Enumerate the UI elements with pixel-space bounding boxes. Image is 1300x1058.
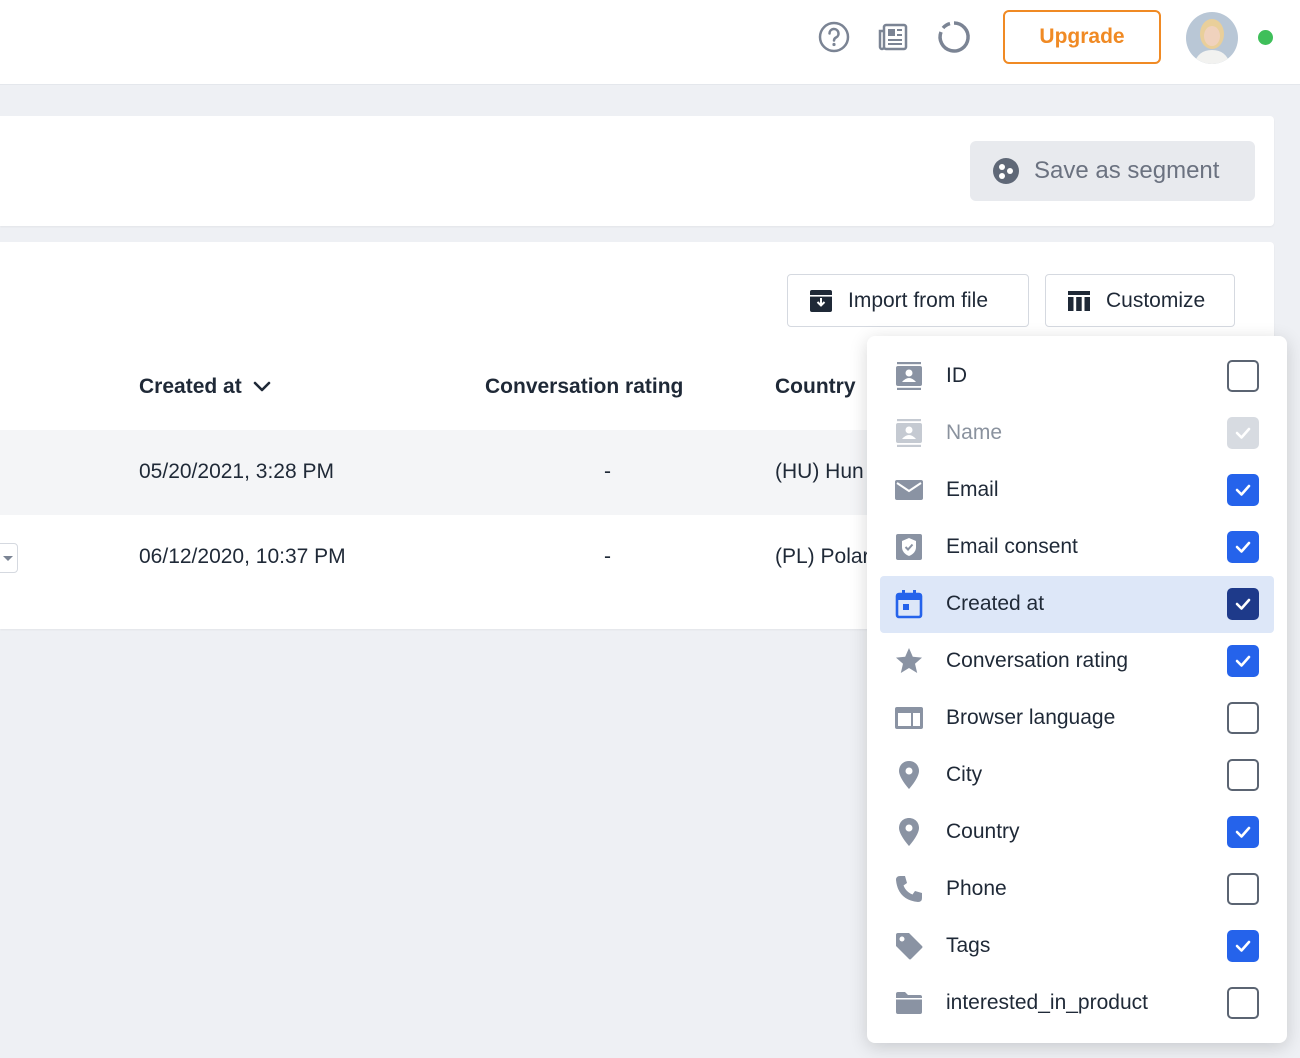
phone-icon	[894, 874, 924, 904]
contact-card-icon	[894, 361, 924, 391]
column-checkbox	[1227, 417, 1259, 449]
customize-button[interactable]: Customize	[1045, 274, 1235, 327]
menu-item-id[interactable]: ID	[880, 348, 1274, 405]
menu-item-label: Tags	[946, 934, 991, 957]
column-checkbox[interactable]	[1227, 930, 1259, 962]
online-status-indicator	[1258, 30, 1273, 45]
menu-item-email-consent[interactable]: Email consent	[880, 519, 1274, 576]
column-checkbox[interactable]	[1227, 816, 1259, 848]
cell-created-at: 06/12/2020, 10:37 PM	[139, 545, 346, 568]
column-header-created-at[interactable]: Created at	[139, 375, 272, 399]
menu-item-label: Country	[946, 820, 1020, 843]
tag-icon	[894, 931, 924, 961]
star-icon	[894, 646, 924, 676]
column-checkbox[interactable]	[1227, 645, 1259, 677]
menu-item-label: ID	[946, 364, 967, 387]
menu-item-city[interactable]: City	[880, 747, 1274, 804]
menu-item-label: Email consent	[946, 535, 1078, 558]
menu-item-label: Name	[946, 421, 1003, 444]
save-as-segment-label: Save as segment	[1034, 157, 1220, 184]
column-checkbox[interactable]	[1227, 474, 1259, 506]
menu-item-created-at[interactable]: Created at	[880, 576, 1274, 633]
envelope-icon	[894, 475, 924, 505]
help-circle-icon[interactable]	[816, 19, 852, 55]
cell-country: (HU) Hun	[775, 460, 864, 483]
menu-item-country[interactable]: Country	[880, 804, 1274, 861]
menu-item-browser-language[interactable]: Browser language	[880, 690, 1274, 747]
map-pin-icon	[894, 760, 924, 790]
folder-icon	[894, 988, 924, 1018]
menu-item-email[interactable]: Email	[880, 462, 1274, 519]
menu-item-label: Browser language	[946, 706, 1116, 729]
menu-item-conversation-rating[interactable]: Conversation rating	[880, 633, 1274, 690]
column-checkbox[interactable]	[1227, 588, 1259, 620]
column-header-country[interactable]: Country	[775, 375, 856, 399]
shield-check-icon	[894, 532, 924, 562]
cell-country: (PL) Polar	[775, 545, 870, 568]
import-label: Import from file	[848, 288, 989, 312]
chevron-down-icon	[253, 381, 271, 392]
column-header-conversation-rating[interactable]: Conversation rating	[485, 375, 683, 399]
menu-item-name: Name	[880, 405, 1274, 462]
menu-item-label: Created at	[946, 592, 1045, 615]
menu-item-label: Conversation rating	[946, 649, 1129, 672]
save-as-segment-button[interactable]: Save as segment	[970, 141, 1255, 201]
column-checkbox[interactable]	[1227, 702, 1259, 734]
caret-down-icon	[3, 556, 13, 561]
menu-item-label: City	[946, 763, 983, 786]
contact-card-icon	[894, 418, 924, 448]
table-columns-icon	[1068, 290, 1090, 311]
column-checkbox[interactable]	[1227, 531, 1259, 563]
column-checkbox[interactable]	[1227, 360, 1259, 392]
column-checkbox[interactable]	[1227, 759, 1259, 791]
cell-created-at: 05/20/2021, 3:28 PM	[139, 460, 334, 483]
customize-label: Customize	[1106, 288, 1206, 312]
calendar-icon	[894, 589, 924, 619]
map-pin-icon	[894, 817, 924, 847]
column-header-label: Created at	[139, 375, 242, 398]
upgrade-button[interactable]: Upgrade	[1003, 10, 1161, 64]
column-checkbox[interactable]	[1227, 987, 1259, 1019]
segment-icon	[993, 158, 1019, 184]
menu-item-interested-in-product[interactable]: interested_in_product	[880, 975, 1274, 1032]
row-actions-dropdown[interactable]	[0, 543, 18, 573]
browser-window-icon	[894, 703, 924, 733]
loading-circle-icon[interactable]	[936, 19, 972, 55]
top-bar: Upgrade	[0, 0, 1300, 85]
menu-item-phone[interactable]: Phone	[880, 861, 1274, 918]
menu-item-label: Phone	[946, 877, 1007, 900]
cell-conversation-rating: -	[604, 545, 611, 568]
menu-item-label: interested_in_product	[946, 991, 1148, 1014]
archive-download-icon	[810, 289, 832, 312]
customize-columns-menu: ID Name Email Email consent Created at C…	[867, 336, 1287, 1043]
cell-conversation-rating: -	[604, 460, 611, 483]
news-icon[interactable]	[876, 19, 912, 55]
avatar[interactable]	[1186, 12, 1238, 64]
menu-item-label: Email	[946, 478, 999, 501]
column-checkbox[interactable]	[1227, 873, 1259, 905]
import-from-file-button[interactable]: Import from file	[787, 274, 1029, 327]
menu-item-tags[interactable]: Tags	[880, 918, 1274, 975]
